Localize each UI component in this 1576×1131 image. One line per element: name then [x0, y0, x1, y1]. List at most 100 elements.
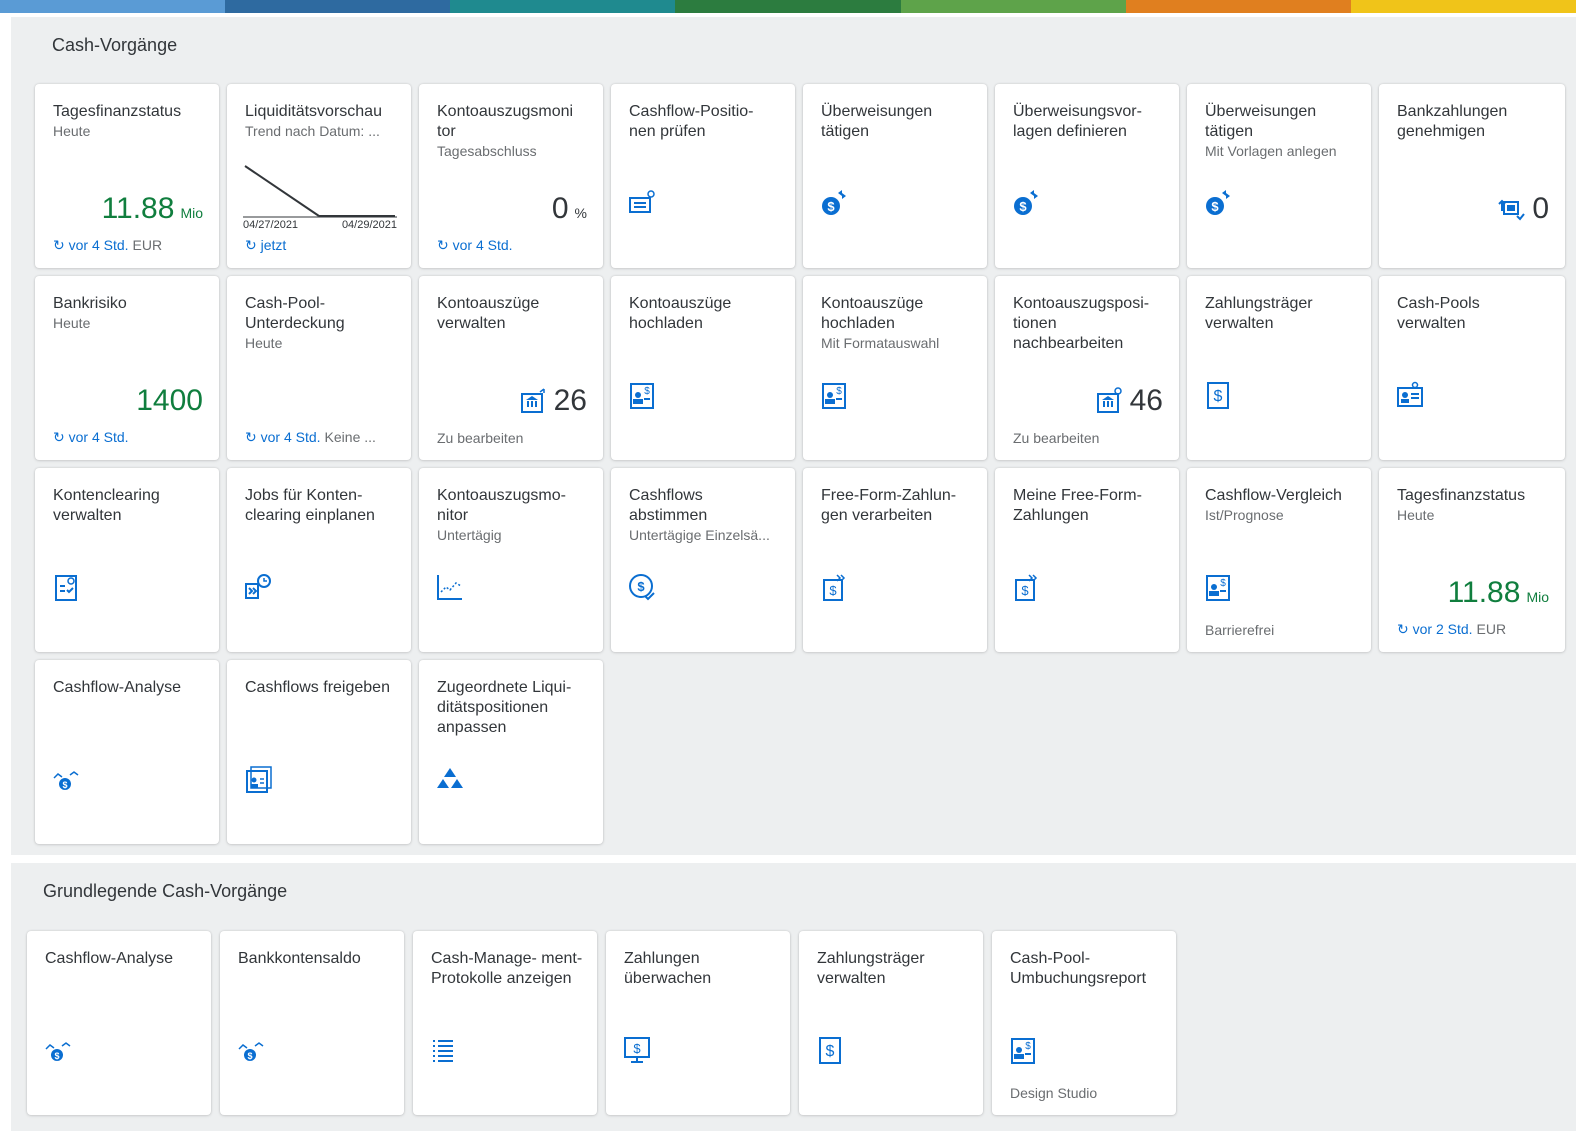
tile-tagesfinanzstatus[interactable]: Tagesfinanzstatus Heute 11.88 Mio ↻ vor 4 … — [35, 84, 219, 268]
tile-kontoauszugspositionen-nachbearbeiten[interactable]: Kontoauszugsposi- tionen nachbearbeiten … — [995, 276, 1179, 460]
tile-cashflow-vergleich[interactable]: Cashflow-Vergleich Ist/Prognose $ Barrier… — [1187, 468, 1371, 652]
tile-title: Jobs für Konten- clearing einplanen — [245, 487, 375, 524]
tile-title: Cash-Pool- Unterdeckung — [245, 295, 345, 332]
tile-footer: Zu bearbeiten — [1013, 430, 1100, 446]
tile-title: Kontoauszugsmoni tor — [437, 103, 574, 140]
upload-statement-icon: $ — [1008, 1035, 1038, 1065]
hierarchy-icon — [435, 764, 465, 794]
tile-free-form-zahlungen-verarbeiten[interactable]: Free-Form-Zahlun- gen verarbeiten $ — [803, 468, 987, 652]
tile-title: Überweisungen tätigen — [821, 103, 933, 140]
tile-kontoauszugsmonitor[interactable]: Kontoauszugsmoni tor Tagesabschluss 0% ↻ … — [419, 84, 603, 268]
money-transfer-icon: $ — [1203, 188, 1233, 218]
svg-text:$: $ — [826, 1043, 835, 1060]
tile-cash-management-protokolle[interactable]: Cash-Manage- ment-Protokolle anzeigen — [413, 931, 597, 1115]
tile-title: Zahlungsträger verwalten — [1205, 295, 1313, 332]
tile-footer: ↻ vor 4 Std. — [437, 237, 513, 253]
color-segment — [900, 0, 1126, 13]
upload-statement-icon: $ — [819, 380, 849, 410]
tile-kontoauszuege-hochladen-format[interactable]: Kontoauszüge hochladen Mit Formatauswahl … — [803, 276, 987, 460]
tile-title: Liquiditätsvorschau — [245, 103, 382, 120]
bank-statement-icon — [520, 388, 545, 413]
tile-cash-pool-unterdeckung[interactable]: Cash-Pool- Unterdeckung Heute ↻ vor 4 Std… — [227, 276, 411, 460]
tile-zahlungstraeger-verwalten-basic[interactable]: Zahlungsträger verwalten $ — [799, 931, 983, 1115]
tile-liquiditaetsvorschau[interactable]: Liquiditätsvorschau Trend nach Datum: ...… — [227, 84, 411, 268]
tile-ueberweisungen-vorlagen[interactable]: Überweisungen tätigen Mit Vorlagen anlege… — [1187, 84, 1371, 268]
tile-title: Zahlungsträger verwalten — [817, 950, 925, 987]
document-search-icon — [627, 188, 657, 218]
chart-end-date: 04/29/2021 — [341, 219, 397, 231]
tile-title: Bankrisiko — [53, 295, 127, 312]
list-icon — [429, 1035, 459, 1065]
tile-subtitle: Mit Formatauswahl — [821, 335, 940, 351]
tile-cashflow-positionen-pruefen[interactable]: Cashflow-Positio- nen prüfen — [611, 84, 795, 268]
color-segment — [0, 0, 226, 13]
svg-text:$: $ — [1211, 199, 1219, 214]
dollar-doc-icon: $ — [815, 1035, 845, 1065]
tile-title: Free-Form-Zahlun- gen verarbeiten — [821, 487, 957, 524]
svg-text:$: $ — [62, 780, 67, 790]
tile-footer: ↻ vor 4 Std. — [53, 429, 129, 445]
section-cash-operations: Cash-Vorgänge Tagesfinanzstatus Heute 11.… — [11, 17, 1576, 855]
id-card-icon — [1395, 380, 1425, 410]
tile-title: Tagesfinanzstatus — [53, 103, 182, 120]
tile-title: Kontoauszüge hochladen — [629, 295, 732, 332]
tile-footer: ↻ vor 4 Std. EUR — [53, 237, 163, 253]
cashflow-analysis-icon: $ — [51, 764, 81, 794]
tile-bankrisiko[interactable]: Bankrisiko Heute 1400 ↻ vor 4 Std. — [35, 276, 219, 460]
tile-zugeordnete-liquiditaetspositionen[interactable]: Zugeordnete Liqui- ditätspositionen anpa… — [419, 660, 603, 844]
chart-start-date: 04/27/2021 — [243, 219, 299, 231]
svg-text:$: $ — [633, 1041, 641, 1056]
kpi-value: 46 — [1094, 384, 1163, 418]
tile-title: Cash-Pool- Umbuchungsreport — [1010, 950, 1147, 987]
tile-meine-free-form-zahlungen[interactable]: Meine Free-Form- Zahlungen $ — [995, 468, 1179, 652]
tile-cashflow-analyse[interactable]: Cashflow-Analyse $ — [35, 660, 219, 844]
svg-text:$: $ — [1220, 578, 1226, 589]
refresh-icon: ↻ — [245, 237, 261, 253]
tile-title: Zahlungen überwachen — [624, 950, 712, 987]
tile-footer: Design Studio — [1010, 1085, 1098, 1101]
svg-text:$: $ — [827, 199, 835, 214]
tile-ueberweisungsvorlagen-definieren[interactable]: Überweisungsvor- lagen definieren $ — [995, 84, 1179, 268]
tile-kontoauszugsmonitor-untertaegig[interactable]: Kontoauszugsmo- nitor Untertägig — [419, 468, 603, 652]
color-segment — [1350, 0, 1576, 13]
tile-cash-pools-verwalten[interactable]: Cash-Pools verwalten — [1379, 276, 1565, 460]
clearing-doc-icon — [51, 572, 81, 602]
tile-title: Cash-Pools verwalten — [1397, 295, 1480, 332]
tile-title: Cash-Manage- ment-Protokolle anzeigen — [431, 950, 583, 987]
tile-ueberweisungen-taetigen[interactable]: Überweisungen tätigen $ — [803, 84, 987, 268]
tile-subtitle: Heute — [1397, 507, 1435, 523]
tile-subtitle: Heute — [245, 335, 283, 351]
tile-kontoauszuege-verwalten[interactable]: Kontoauszüge verwalten 26 Zu bearbeiten — [419, 276, 603, 460]
tile-cashflow-analyse-basic[interactable]: Cashflow-Analyse $ — [27, 931, 211, 1115]
tile-cashflows-abstimmen[interactable]: Cashflows abstimmen Untertägige Einzelsä.… — [611, 468, 795, 652]
svg-text:$: $ — [637, 579, 645, 594]
tile-title: Cashflows abstimmen — [629, 487, 708, 524]
refresh-icon: ↻ — [245, 429, 261, 445]
tile-title: Bankkontensaldo — [238, 950, 361, 967]
tile-bankzahlungen-genehmigen[interactable]: Bankzahlungen genehmigen 0 — [1379, 84, 1565, 268]
tile-zahlungstraeger-verwalten[interactable]: Zahlungsträger verwalten $ — [1187, 276, 1371, 460]
svg-text:$: $ — [1025, 1041, 1031, 1052]
svg-text:$: $ — [1019, 199, 1027, 214]
tile-title: Cashflow-Analyse — [45, 950, 174, 967]
svg-text:$: $ — [644, 386, 650, 397]
tile-cash-pool-umbuchungsreport[interactable]: Cash-Pool- Umbuchungsreport $ Design Stu… — [992, 931, 1176, 1115]
tile-tagesfinanzstatus-2[interactable]: Tagesfinanzstatus Heute 11.88 Mio ↻ vor 2 … — [1379, 468, 1565, 652]
tile-zahlungen-ueberwachen[interactable]: Zahlungen überwachen $ — [606, 931, 790, 1115]
tile-footer: ↻ vor 4 Std. Keine ... — [245, 429, 376, 445]
tile-cashflows-freigeben[interactable]: Cashflows freigeben — [227, 660, 411, 844]
tile-kontenclearing-verwalten[interactable]: Kontenclearing verwalten — [35, 468, 219, 652]
tile-footer: ↻ jetzt — [245, 237, 287, 253]
tile-kontoauszuege-hochladen[interactable]: Kontoauszüge hochladen $ — [611, 276, 795, 460]
tile-jobs-kontenclearing[interactable]: Jobs für Konten- clearing einplanen — [227, 468, 411, 652]
tile-title: Überweisungen tätigen — [1205, 103, 1317, 140]
svg-text:$: $ — [54, 1051, 59, 1061]
tile-bankkontensaldo[interactable]: Bankkontensaldo $ — [220, 931, 404, 1115]
tile-subtitle: Mit Vorlagen anlegen — [1205, 143, 1337, 159]
upload-statement-icon: $ — [627, 380, 657, 410]
tile-subtitle: Trend nach Datum: ... — [245, 123, 380, 139]
tile-subtitle: Heute — [53, 123, 91, 139]
tile-title: Cashflow-Positio- nen prüfen — [629, 103, 754, 140]
color-segment — [225, 0, 451, 13]
color-segment — [450, 0, 676, 13]
